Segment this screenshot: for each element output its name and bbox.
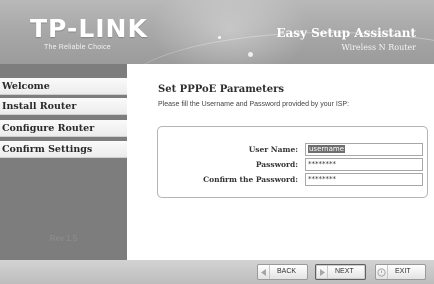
tp-link-logo: TP-LINK <box>30 14 148 43</box>
username-value: username <box>308 145 345 153</box>
assistant-subtitle: Wireless N Router <box>341 43 416 52</box>
sidebar-steps: Welcome Install Router Configure Router … <box>0 64 127 260</box>
header-sparkle <box>218 36 221 39</box>
sidebar-divider <box>0 115 127 118</box>
next-button-label: NEXT <box>335 268 354 275</box>
header-sparkle <box>248 52 253 57</box>
page-title: Set PPPoE Parameters <box>158 84 285 95</box>
header-banner: TP-LINK The Reliable Choice Easy Setup A… <box>0 0 434 64</box>
confirm-password-field[interactable]: ******** <box>305 173 423 186</box>
assistant-title: Easy Setup Assistant <box>276 26 416 40</box>
sidebar-item-welcome[interactable]: Welcome <box>0 78 127 95</box>
password-field[interactable]: ******** <box>305 158 423 171</box>
exit-button-label: EXIT <box>395 268 411 275</box>
back-button-label: BACK <box>277 268 297 275</box>
triangle-left-icon <box>258 265 270 279</box>
next-button[interactable]: NEXT <box>315 264 366 280</box>
confirm-password-label: Confirm the Password: <box>203 175 298 184</box>
username-field[interactable]: username <box>305 143 423 156</box>
footer-bar: BACK NEXT EXIT <box>0 260 434 284</box>
logo-tagline: The Reliable Choice <box>44 44 111 51</box>
exit-button[interactable]: EXIT <box>375 264 426 280</box>
password-label: Password: <box>255 160 298 169</box>
instructions-text: Please fill the Username and Password pr… <box>158 101 350 108</box>
sidebar-item-install-router[interactable]: Install Router <box>0 98 127 115</box>
easy-setup-window: TP-LINK The Reliable Choice Easy Setup A… <box>0 0 434 284</box>
sidebar-item-configure-router[interactable]: Configure Router <box>0 120 127 137</box>
pppoe-form: User Name: username Password: ******** C… <box>157 126 428 198</box>
main-content: Set PPPoE Parameters Please fill the Use… <box>127 64 434 260</box>
back-button[interactable]: BACK <box>257 264 308 280</box>
triangle-right-icon <box>316 265 328 279</box>
exit-circle-icon <box>376 265 388 279</box>
version-label: Rev 1.5 <box>49 234 78 243</box>
sidebar-divider <box>0 137 127 140</box>
sidebar-item-confirm-settings[interactable]: Confirm Settings <box>0 141 127 158</box>
username-label: User Name: <box>248 145 298 154</box>
